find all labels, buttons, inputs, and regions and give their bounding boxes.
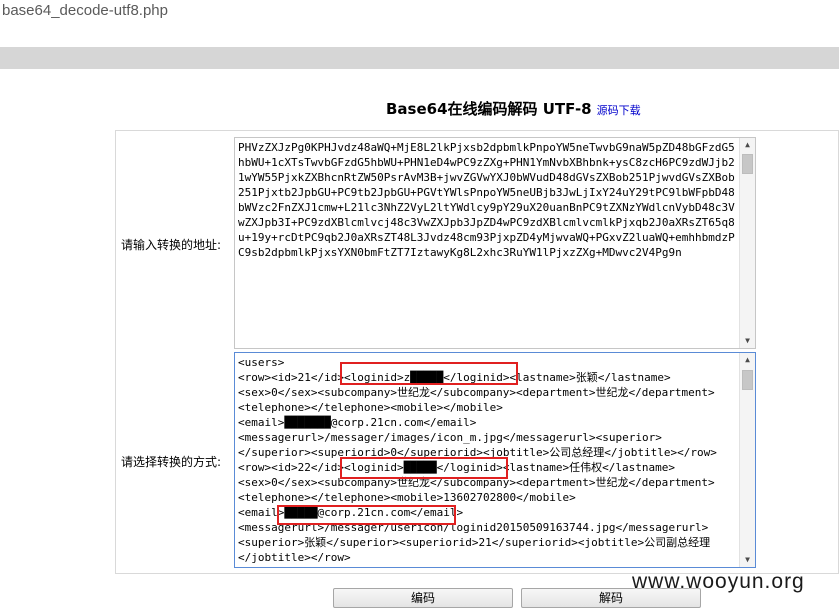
output-scrollbar[interactable]: ▲ ▼ bbox=[739, 353, 755, 567]
scroll-up-icon[interactable]: ▲ bbox=[740, 353, 755, 367]
encode-button[interactable]: 编码 bbox=[333, 588, 513, 608]
highlight-box-email bbox=[277, 505, 456, 525]
highlight-box-loginid-1 bbox=[340, 362, 518, 385]
input-text: PHVzZXJzPg0KPHJvdz48aWQ+MjE8L2lkPjxsb2dp… bbox=[238, 141, 735, 259]
input-label: 请输入转换的地址: bbox=[121, 238, 222, 252]
scroll-thumb[interactable] bbox=[742, 370, 753, 390]
scroll-down-icon[interactable]: ▼ bbox=[740, 334, 755, 348]
page-title: Base64在线编码解码 UTF-8 源码下载 bbox=[386, 98, 641, 119]
highlight-box-loginid-2 bbox=[340, 457, 508, 479]
source-download-link[interactable]: 源码下载 bbox=[597, 104, 641, 117]
page-title-text: Base64在线编码解码 UTF-8 bbox=[386, 100, 592, 118]
page-tab-title: base64_decode-utf8.php bbox=[2, 2, 168, 19]
scroll-down-icon[interactable]: ▼ bbox=[740, 553, 755, 567]
scroll-thumb[interactable] bbox=[742, 154, 753, 174]
input-scrollbar[interactable]: ▲ ▼ bbox=[739, 138, 755, 348]
input-textarea[interactable]: PHVzZXJzPg0KPHJvdz48aWQ+MjE8L2lkPjxsb2dp… bbox=[234, 137, 756, 349]
method-label: 请选择转换的方式: bbox=[121, 455, 222, 469]
header-bar bbox=[0, 47, 839, 69]
watermark: www.wooyun.org bbox=[632, 570, 805, 593]
scroll-up-icon[interactable]: ▲ bbox=[740, 138, 755, 152]
